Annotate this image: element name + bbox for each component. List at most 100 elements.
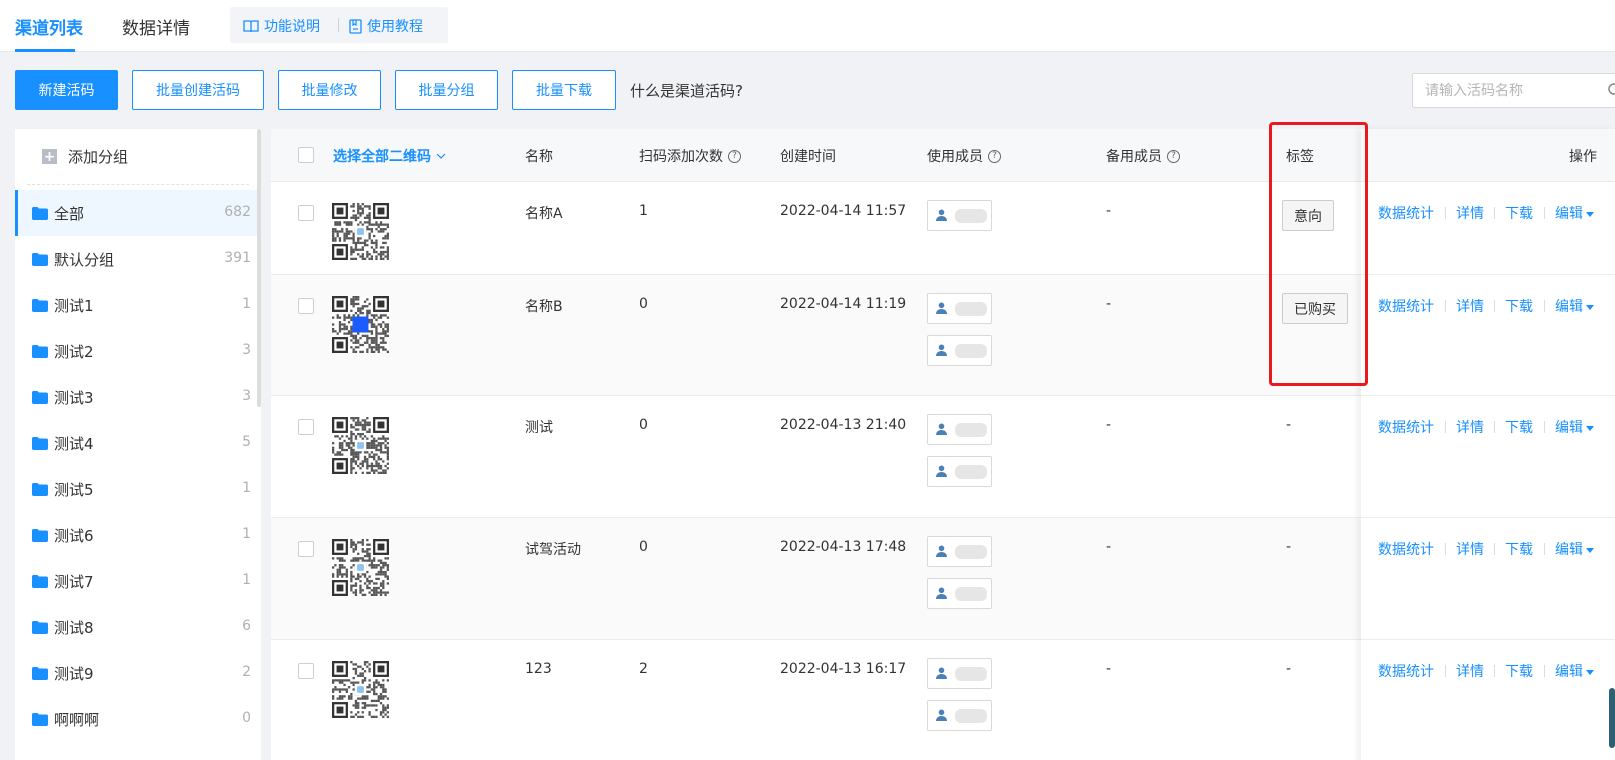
scan-count-cell: 1 (639, 203, 648, 219)
download-link[interactable]: 下载 (1505, 296, 1533, 316)
edit-dropdown[interactable]: 编辑 (1555, 203, 1594, 223)
new-code-button[interactable]: 新建活码 (15, 70, 118, 110)
tutorial-link[interactable]: 使用教程 (349, 16, 423, 36)
help-icon[interactable]: ? (728, 149, 741, 163)
search-icon[interactable] (1607, 82, 1615, 98)
edit-dropdown[interactable]: 编辑 (1555, 539, 1594, 559)
member-chip[interactable] (927, 335, 992, 366)
row-checkbox[interactable] (298, 663, 314, 679)
add-group-button[interactable]: + 添加分组 (42, 146, 128, 167)
row-checkbox[interactable] (298, 541, 314, 557)
member-chip[interactable] (927, 700, 992, 731)
feature-description-link[interactable]: 功能说明 (243, 16, 320, 36)
action-divider (1544, 207, 1545, 219)
download-link[interactable]: 下载 (1505, 417, 1533, 437)
qr-code-image[interactable] (332, 296, 389, 353)
download-link[interactable]: 下载 (1505, 539, 1533, 559)
group-item[interactable]: 测试9 2 (15, 650, 257, 696)
help-icon[interactable]: ? (988, 149, 1001, 163)
group-item[interactable]: 测试4 5 (15, 420, 257, 466)
member-chip[interactable] (927, 293, 992, 324)
group-item[interactable]: 全部 682 (15, 190, 257, 236)
group-item[interactable]: 测试7 1 (15, 558, 257, 604)
data-stats-link[interactable]: 数据统计 (1378, 417, 1434, 437)
member-chip[interactable] (927, 578, 992, 609)
details-link[interactable]: 详情 (1456, 539, 1484, 559)
details-link[interactable]: 详情 (1456, 661, 1484, 681)
tab-data-details[interactable]: 数据详情 (122, 14, 190, 39)
backup-member-cell: - (1106, 417, 1112, 433)
select-all-checkbox[interactable] (298, 147, 314, 163)
download-link[interactable]: 下载 (1505, 661, 1533, 681)
details-link[interactable]: 详情 (1456, 203, 1484, 223)
member-chip[interactable] (927, 414, 992, 445)
data-stats-link-label: 数据统计 (1378, 664, 1434, 680)
sidebar-scrollbar[interactable] (257, 129, 261, 407)
actions-row: 数据统计 详情 下载 编辑 (1361, 396, 1615, 518)
search-input[interactable] (1412, 73, 1615, 108)
batch-edit-button[interactable]: 批量修改 (278, 70, 381, 110)
qr-code-image[interactable] (332, 203, 389, 260)
person-icon-wrap (936, 587, 947, 603)
qr-code-image[interactable] (332, 417, 389, 474)
group-count: 1 (242, 480, 251, 496)
member-chip[interactable] (927, 456, 992, 487)
group-item[interactable]: 默认分组 391 (15, 236, 257, 282)
row-checkbox[interactable] (298, 419, 314, 435)
download-link[interactable]: 下载 (1505, 203, 1533, 223)
edit-dropdown-label: 编辑 (1555, 299, 1583, 315)
group-count: 6 (242, 618, 251, 634)
feature-description-label: 功能说明 (264, 19, 320, 35)
edit-dropdown[interactable]: 编辑 (1555, 417, 1594, 437)
group-item[interactable]: 测试3 3 (15, 374, 257, 420)
qr-code-image[interactable] (332, 661, 389, 718)
person-icon-wrap (936, 423, 947, 439)
col-scan-count: 扫码添加次数 ? (639, 146, 741, 166)
details-link[interactable]: 详情 (1456, 296, 1484, 316)
data-stats-link[interactable]: 数据统计 (1378, 296, 1434, 316)
data-stats-link[interactable]: 数据统计 (1378, 661, 1434, 681)
created-time-cell: 2022-04-13 17:48 (780, 539, 907, 555)
member-chip[interactable] (927, 536, 992, 567)
redacted-member-name (955, 344, 987, 358)
edit-dropdown[interactable]: 编辑 (1555, 296, 1594, 316)
person-icon (936, 209, 947, 221)
data-stats-link[interactable]: 数据统计 (1378, 539, 1434, 559)
row-checkbox[interactable] (298, 205, 314, 221)
group-count: 3 (242, 388, 251, 404)
action-divider (1544, 421, 1545, 433)
folder-icon (32, 667, 48, 680)
group-item[interactable]: 测试5 1 (15, 466, 257, 512)
download-link-label: 下载 (1505, 542, 1533, 558)
group-item[interactable]: 测试6 1 (15, 512, 257, 558)
group-item[interactable]: 啊啊啊 0 (15, 696, 257, 742)
col-name: 名称 (525, 149, 553, 165)
select-all-qr-dropdown[interactable]: 选择全部二维码 (333, 146, 446, 166)
action-divider (1445, 543, 1446, 555)
tab-channel-list[interactable]: 渠道列表 (15, 14, 83, 39)
person-icon (936, 709, 947, 721)
batch-create-button[interactable]: 批量创建活码 (132, 70, 264, 110)
member-chip[interactable] (927, 658, 992, 689)
what-is-channel-code-link[interactable]: 什么是渠道活码? (630, 80, 743, 101)
scan-count-cell: 2 (639, 661, 648, 677)
group-item[interactable]: 测试1 1 (15, 282, 257, 328)
qr-code-image[interactable] (332, 539, 389, 596)
backup-member-cell: - (1106, 296, 1112, 312)
group-item[interactable]: 测试8 6 (15, 604, 257, 650)
created-time-cell: 2022-04-14 11:19 (780, 296, 907, 312)
folder-icon-wrap (32, 621, 48, 638)
data-stats-link[interactable]: 数据统计 (1378, 203, 1434, 223)
group-item[interactable]: 测试2 3 (15, 328, 257, 374)
page-scrollbar[interactable] (1609, 688, 1615, 748)
batch-download-button[interactable]: 批量下载 (512, 70, 616, 110)
details-link[interactable]: 详情 (1456, 417, 1484, 437)
member-chip[interactable] (927, 200, 992, 231)
batch-group-button[interactable]: 批量分组 (395, 70, 498, 110)
edit-dropdown[interactable]: 编辑 (1555, 661, 1594, 681)
help-icon[interactable]: ? (1167, 149, 1180, 163)
group-count: 0 (242, 710, 251, 726)
details-link-label: 详情 (1456, 664, 1484, 680)
row-checkbox[interactable] (298, 298, 314, 314)
person-icon-wrap (936, 302, 947, 318)
